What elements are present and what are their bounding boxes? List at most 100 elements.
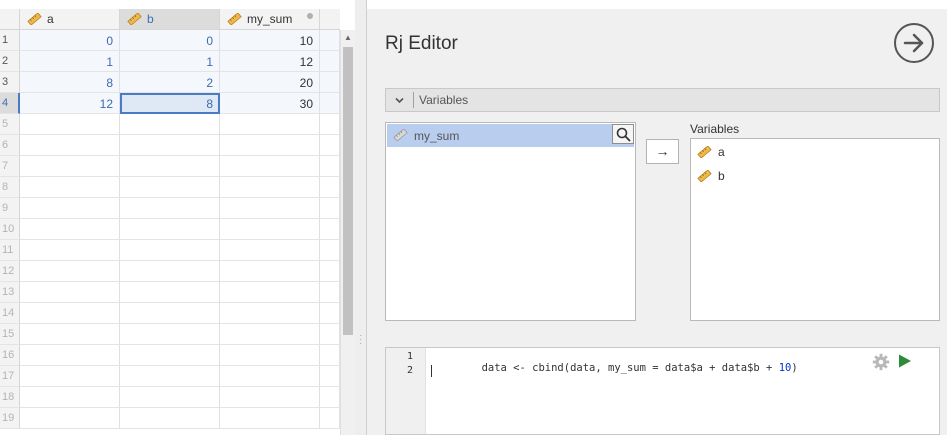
cell-empty[interactable]: [120, 387, 220, 408]
cell-empty[interactable]: [320, 282, 340, 303]
cell-a[interactable]: 12: [20, 93, 120, 114]
cell-empty[interactable]: [320, 135, 340, 156]
cell-empty[interactable]: [220, 324, 320, 345]
cell-empty[interactable]: [320, 114, 340, 135]
row-number[interactable]: 1: [0, 30, 20, 51]
cell-empty[interactable]: [20, 177, 120, 198]
scroll-up-arrow-icon[interactable]: ▲: [341, 30, 355, 46]
cell-empty[interactable]: [20, 387, 120, 408]
cell-empty[interactable]: [320, 30, 340, 51]
cell-my-sum[interactable]: 30: [220, 93, 320, 114]
row-number[interactable]: 14: [0, 303, 20, 324]
cell-empty[interactable]: [220, 198, 320, 219]
cell-empty[interactable]: [120, 282, 220, 303]
list-item-my-sum[interactable]: my_sum: [387, 124, 634, 147]
cell-a[interactable]: 1: [20, 51, 120, 72]
cell-empty[interactable]: [20, 366, 120, 387]
available-variables-list[interactable]: a b: [690, 138, 940, 321]
cell-empty[interactable]: [320, 156, 340, 177]
row-number[interactable]: 18: [0, 387, 20, 408]
cell-empty[interactable]: [320, 366, 340, 387]
row-number[interactable]: 16: [0, 345, 20, 366]
sheet-corner[interactable]: [0, 9, 20, 30]
cell-empty[interactable]: [120, 156, 220, 177]
cell-empty[interactable]: [220, 345, 320, 366]
cell-empty[interactable]: [120, 408, 220, 429]
cell-b[interactable]: 2: [120, 72, 220, 93]
run-analysis-arrow-button[interactable]: [894, 23, 934, 63]
code-line[interactable]: data <- cbind(data, my_sum = data$a + da…: [431, 350, 798, 386]
cell-empty[interactable]: [320, 324, 340, 345]
search-button[interactable]: [612, 124, 634, 144]
cell-b[interactable]: 1: [120, 51, 220, 72]
cell-a[interactable]: 0: [20, 30, 120, 51]
gear-icon[interactable]: [872, 353, 890, 371]
cell-empty[interactable]: [220, 366, 320, 387]
row-number[interactable]: 2: [0, 51, 20, 72]
cell-my-sum[interactable]: 20: [220, 72, 320, 93]
cell-empty[interactable]: [320, 345, 340, 366]
cell-empty[interactable]: [120, 345, 220, 366]
cell-b-selected[interactable]: 8: [120, 93, 220, 114]
move-variable-button[interactable]: →: [646, 139, 679, 164]
row-number[interactable]: 11: [0, 240, 20, 261]
cell-empty[interactable]: [220, 408, 320, 429]
cell-empty[interactable]: [20, 303, 120, 324]
cell-empty[interactable]: [320, 177, 340, 198]
target-variables-list[interactable]: my_sum: [385, 122, 636, 321]
cell-a[interactable]: 8: [20, 72, 120, 93]
cell-empty[interactable]: [220, 177, 320, 198]
cell-empty[interactable]: [20, 324, 120, 345]
row-number[interactable]: 7: [0, 156, 20, 177]
cell-my-sum[interactable]: 10: [220, 30, 320, 51]
cell-empty[interactable]: [320, 51, 340, 72]
row-number[interactable]: 5: [0, 114, 20, 135]
cell-empty[interactable]: [320, 303, 340, 324]
row-number[interactable]: 6: [0, 135, 20, 156]
vertical-scrollbar[interactable]: ▲: [340, 30, 355, 435]
cell-empty[interactable]: [20, 198, 120, 219]
cell-empty[interactable]: [20, 345, 120, 366]
variables-section-toggle[interactable]: Variables: [385, 88, 940, 112]
cell-empty[interactable]: [120, 135, 220, 156]
row-number[interactable]: 8: [0, 177, 20, 198]
cell-empty[interactable]: [320, 72, 340, 93]
cell-empty[interactable]: [220, 303, 320, 324]
cell-empty[interactable]: [20, 156, 120, 177]
cell-empty[interactable]: [120, 324, 220, 345]
cell-empty[interactable]: [120, 240, 220, 261]
cell-empty[interactable]: [120, 261, 220, 282]
cell-empty[interactable]: [320, 408, 340, 429]
cell-empty[interactable]: [120, 366, 220, 387]
cell-empty[interactable]: [20, 135, 120, 156]
cell-empty[interactable]: [20, 408, 120, 429]
scrollbar-thumb[interactable]: [343, 47, 353, 335]
column-header-my-sum[interactable]: my_sum: [220, 9, 320, 30]
cell-empty[interactable]: [120, 114, 220, 135]
cell-empty[interactable]: [220, 135, 320, 156]
cell-empty[interactable]: [220, 114, 320, 135]
cell-empty[interactable]: [220, 261, 320, 282]
row-number[interactable]: 17: [0, 366, 20, 387]
cell-empty[interactable]: [220, 219, 320, 240]
cell-empty[interactable]: [20, 261, 120, 282]
column-header-b[interactable]: b: [120, 9, 220, 30]
cell-empty[interactable]: [320, 198, 340, 219]
code-editor[interactable]: 1 2 data <- cbind(data, my_sum = data$a …: [385, 347, 940, 435]
cell-empty[interactable]: [20, 240, 120, 261]
row-number[interactable]: 13: [0, 282, 20, 303]
cell-empty[interactable]: [120, 198, 220, 219]
cell-empty[interactable]: [120, 219, 220, 240]
cell-empty[interactable]: [220, 387, 320, 408]
row-number[interactable]: 3: [0, 72, 20, 93]
row-number[interactable]: 4: [0, 93, 20, 114]
cell-b[interactable]: 0: [120, 30, 220, 51]
cell-empty[interactable]: [120, 303, 220, 324]
run-play-icon[interactable]: [898, 354, 912, 368]
panel-splitter[interactable]: · · ·: [355, 0, 367, 435]
cell-empty[interactable]: [320, 387, 340, 408]
cell-empty[interactable]: [220, 282, 320, 303]
cell-empty[interactable]: [20, 114, 120, 135]
cell-empty[interactable]: [320, 261, 340, 282]
cell-empty[interactable]: [220, 240, 320, 261]
